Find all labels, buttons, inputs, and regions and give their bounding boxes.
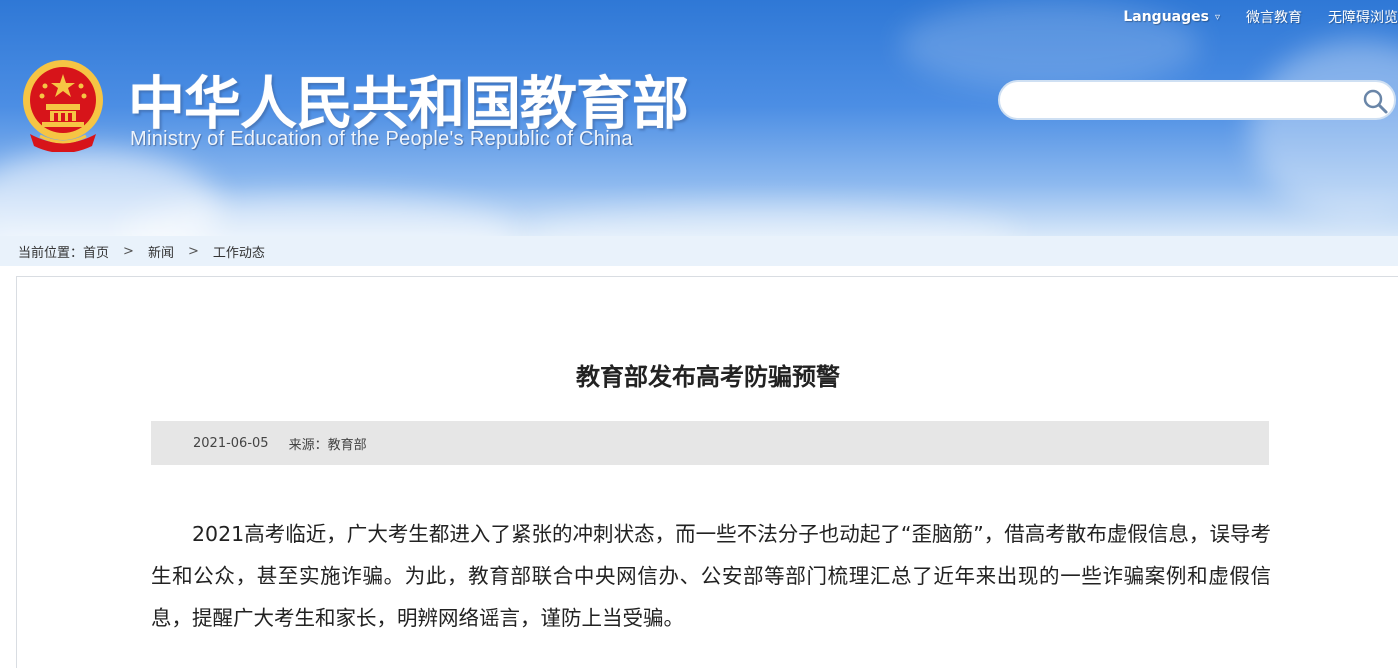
breadcrumb-home[interactable]: 首页 xyxy=(83,242,109,261)
breadcrumb-prefix: 当前位置： xyxy=(18,245,84,261)
search-box xyxy=(998,80,1396,120)
top-links: Languages ▿ 微言教育 无障碍浏览 xyxy=(1123,6,1398,28)
breadcrumb-news[interactable]: 新闻 xyxy=(148,242,174,261)
accessibility-link[interactable]: 无障碍浏览 xyxy=(1328,7,1398,27)
site-header: 中华人民共和国教育部 Ministry of Education of the … xyxy=(0,0,1398,236)
chevron-down-icon: ▿ xyxy=(1214,11,1220,23)
site-subtitle: Ministry of Education of the People's Re… xyxy=(130,128,633,150)
cloud-decoration xyxy=(520,205,1020,236)
article-date: 2021-06-05 xyxy=(193,435,269,451)
breadcrumb-work-updates[interactable]: 工作动态 xyxy=(213,242,265,261)
national-emblem-icon xyxy=(23,60,103,152)
article-body: 2021高考临近，广大考生都进入了紧张的冲刺状态，而一些不法分子也动起了“歪脑筋… xyxy=(151,522,1271,630)
languages-label: Languages xyxy=(1123,9,1209,25)
breadcrumb: 当前位置： 首页 > 新闻 > 工作动态 xyxy=(0,236,1398,266)
article-source-label: 来源： xyxy=(288,437,328,453)
search-icon[interactable] xyxy=(1360,86,1390,116)
article-container: 教育部发布高考防骗预警 2021-06-05 来源： 教育部 2021高考临近，… xyxy=(16,276,1398,668)
languages-menu[interactable]: Languages ▿ xyxy=(1123,9,1220,25)
article-source: 教育部 xyxy=(327,437,367,453)
article-title: 教育部发布高考防骗预警 xyxy=(576,363,840,391)
breadcrumb-separator: > xyxy=(187,243,199,259)
search-input[interactable] xyxy=(1000,82,1340,118)
weibo-link[interactable]: 微言教育 xyxy=(1246,7,1302,27)
article-meta: 2021-06-05 来源： 教育部 xyxy=(151,421,1269,465)
cloud-decoration xyxy=(1250,40,1398,220)
breadcrumb-separator: > xyxy=(123,243,134,259)
